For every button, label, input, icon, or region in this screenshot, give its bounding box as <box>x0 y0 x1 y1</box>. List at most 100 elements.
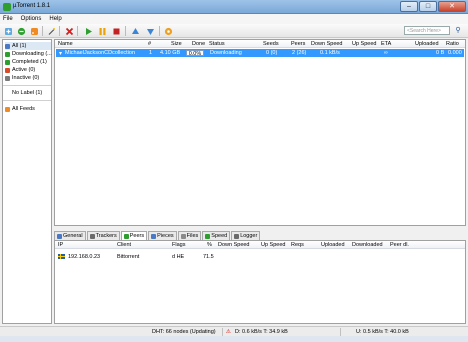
maximize-button[interactable]: □ <box>419 1 437 12</box>
tab-label: Speed <box>211 233 228 239</box>
logger-icon <box>234 233 240 239</box>
tab-general[interactable]: General <box>54 231 86 240</box>
sidebar-item-label: Completed (1) <box>12 59 47 65</box>
add-url-button[interactable] <box>16 26 26 36</box>
window-title: µTorrent 1.8.1 <box>13 3 51 9</box>
torrent-eta: ∞ <box>384 50 388 56</box>
remove-torrent-button[interactable] <box>64 26 74 36</box>
completed-icon <box>5 59 10 65</box>
sidebar-item-active[interactable]: Active (0) <box>5 66 35 74</box>
column-header-number[interactable]: # <box>148 41 151 47</box>
tab-logger[interactable]: Logger <box>231 231 261 240</box>
app-logo-icon <box>3 3 11 11</box>
search-icon[interactable]: ⚲ <box>452 26 464 35</box>
column-header-up-speed[interactable]: Up Speed <box>352 41 376 47</box>
add-torrent-icon <box>4 27 12 35</box>
torrent-progress-bar: 0.0% <box>186 50 204 57</box>
toolbar: <Search Here> ⚲ <box>0 24 468 38</box>
sidebar-divider <box>3 85 51 86</box>
column-header-up-speed[interactable]: Up Speed <box>261 242 285 248</box>
menu-help[interactable]: Help <box>49 14 61 24</box>
menu-options[interactable]: Options <box>21 14 42 24</box>
search-input[interactable]: <Search Here> <box>404 26 450 35</box>
category-sidebar: All (1) Downloading (... Completed (1) A… <box>2 39 52 324</box>
stop-button[interactable] <box>111 26 121 36</box>
tab-peers[interactable]: Peers <box>120 231 148 240</box>
peer-row[interactable]: 192.168.0.23 Bittorrent d HE 71.5 <box>55 253 465 261</box>
move-up-button[interactable] <box>130 26 140 36</box>
column-header-down-speed[interactable]: Down Speed <box>218 242 250 248</box>
torrent-status: Downloading <box>210 50 242 56</box>
column-header-down-speed[interactable]: Down Speed <box>311 41 343 47</box>
move-down-button[interactable] <box>145 26 155 36</box>
column-header-seeds[interactable]: Seeds <box>263 41 279 47</box>
pieces-icon <box>151 233 157 239</box>
peer-percent: 71.5 <box>203 254 214 260</box>
tab-trackers[interactable]: Trackers <box>86 231 120 240</box>
torrent-row[interactable]: ▾ MichaelJacksonCDcollection 1 4.10 GB 0… <box>56 49 464 57</box>
sidebar-item-label: Active (0) <box>12 67 36 73</box>
preferences-button[interactable] <box>163 26 173 36</box>
add-torrent-button[interactable] <box>3 26 13 36</box>
tab-label: Pieces <box>157 233 174 239</box>
add-url-icon <box>17 27 25 35</box>
pause-icon <box>99 27 105 35</box>
column-header-reqs[interactable]: Reqs <box>291 242 304 248</box>
column-header-uploaded[interactable]: Uploaded <box>415 41 439 47</box>
sidebar-item-label: Downloading (... <box>12 51 52 57</box>
arrow-up-icon <box>131 27 139 34</box>
tab-speed[interactable]: Speed <box>202 231 231 240</box>
title-bar: µTorrent 1.8.1 – □ ✕ <box>0 0 468 14</box>
minimize-button[interactable]: – <box>400 1 418 12</box>
torrent-name: MichaelJacksonCDcollection <box>65 50 136 56</box>
column-header-client[interactable]: Client <box>117 242 131 248</box>
downloading-icon <box>5 51 10 57</box>
tab-files[interactable]: Files <box>177 231 202 240</box>
column-header-peer-dl[interactable]: Peer dl. <box>390 242 409 248</box>
sidebar-item-all-feeds[interactable]: All Feeds <box>5 105 35 113</box>
status-bar: DHT: 66 nodes (Updating) ⚠ D: 0.6 kB/s T… <box>0 326 468 336</box>
torrent-list-header: Name # Size Done Status Seeds Peers Down… <box>55 40 465 48</box>
all-torrents-icon <box>5 43 10 49</box>
start-button[interactable] <box>83 26 93 36</box>
sidebar-item-completed[interactable]: Completed (1) <box>5 58 47 66</box>
column-header-downloaded[interactable]: Downloaded <box>352 242 383 248</box>
tracker-icon <box>89 233 95 239</box>
close-button[interactable]: ✕ <box>438 1 466 12</box>
torrent-peers: 2 (26) <box>292 50 307 56</box>
pause-button[interactable] <box>97 26 107 36</box>
column-header-size[interactable]: Size <box>171 41 182 47</box>
torrent-done: 0.0% <box>188 51 202 57</box>
sidebar-item-inactive[interactable]: Inactive (0) <box>5 74 39 82</box>
sidebar-divider <box>3 100 51 101</box>
warning-icon: ⚠ <box>226 329 231 335</box>
column-header-ip[interactable]: IP <box>58 242 63 248</box>
arrow-down-icon <box>146 28 154 35</box>
menu-file[interactable]: File <box>3 14 13 24</box>
rss-button[interactable] <box>29 26 39 36</box>
tab-pieces[interactable]: Pieces <box>148 231 177 240</box>
column-header-percent[interactable]: % <box>207 242 212 248</box>
sidebar-item-all[interactable]: All (1) <box>5 42 51 50</box>
sidebar-item-label: No Label (1) <box>12 90 43 96</box>
sidebar-item-label: All Feeds <box>12 106 35 112</box>
column-header-flags[interactable]: Flags <box>172 242 185 248</box>
sweden-flag-icon <box>58 254 65 259</box>
tab-label: Peers <box>129 233 145 239</box>
column-header-uploaded[interactable]: Uploaded <box>321 242 345 248</box>
column-header-ratio[interactable]: Ratio <box>446 41 459 47</box>
column-header-name[interactable]: Name <box>58 41 73 47</box>
dht-status: DHT: 66 nodes (Updating) <box>152 329 216 335</box>
torrent-size: 4.10 GB <box>160 50 181 56</box>
column-header-done[interactable]: Done <box>192 41 205 47</box>
column-header-status[interactable]: Status <box>209 41 225 47</box>
taskbar-strip <box>0 336 468 342</box>
column-header-eta[interactable]: ETA <box>381 41 391 47</box>
sidebar-item-downloading[interactable]: Downloading (... <box>5 50 52 58</box>
peers-list-header: IP Client Flags % Down Speed Up Speed Re… <box>55 241 465 249</box>
upload-status: U: 0.5 kB/s T: 40.0 kB <box>356 329 409 335</box>
sidebar-item-label: All (1) <box>12 43 27 49</box>
column-header-peers[interactable]: Peers <box>291 41 305 47</box>
sidebar-item-no-label[interactable]: No Label (1) <box>12 89 42 97</box>
create-torrent-button[interactable] <box>46 26 56 36</box>
